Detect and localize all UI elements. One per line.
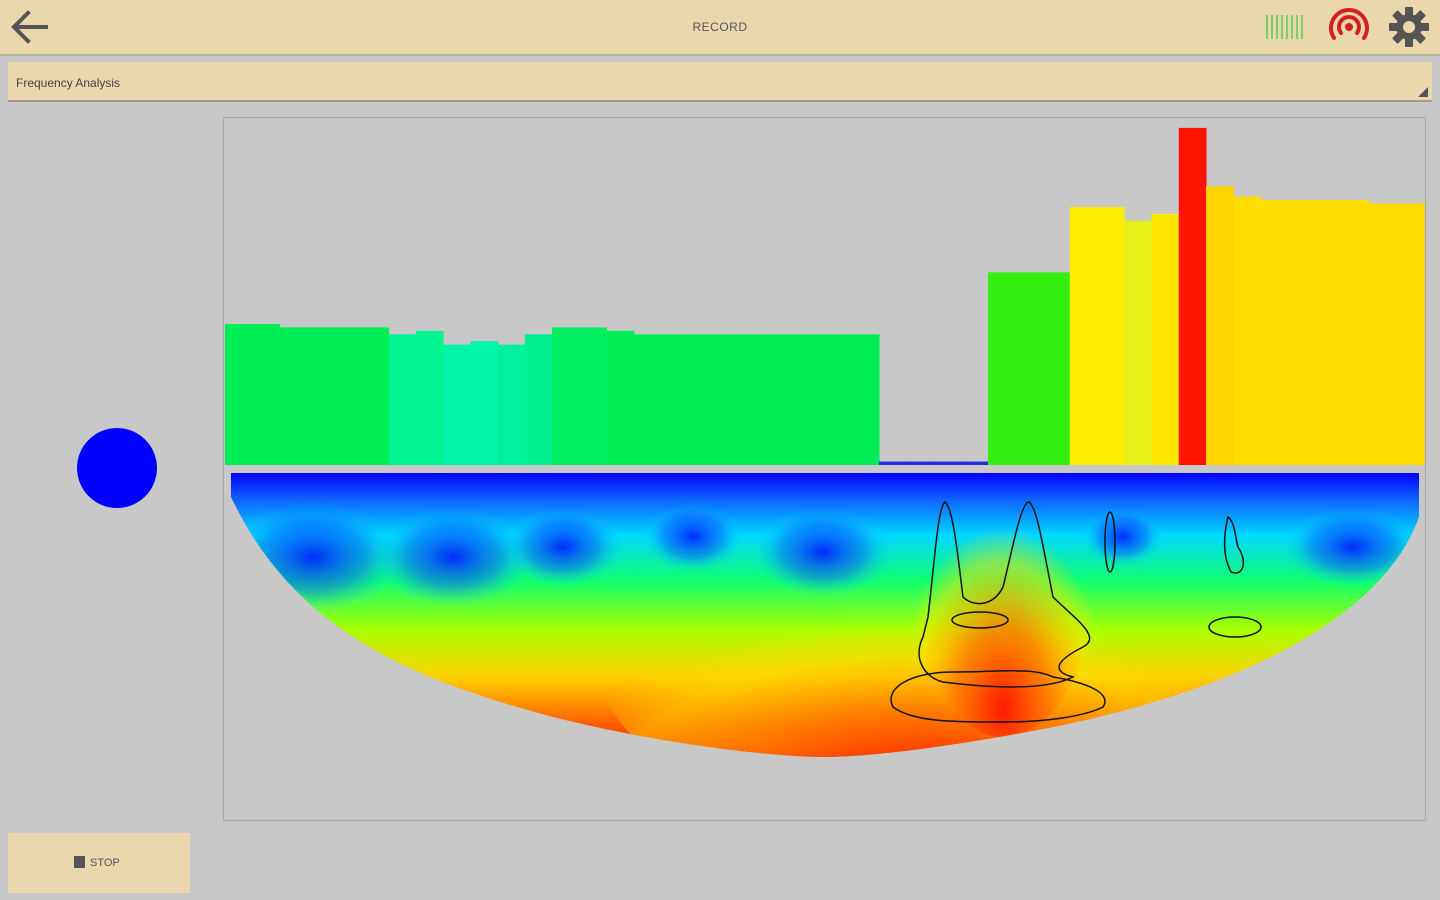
spectrum-bar <box>715 334 744 465</box>
spectrum-bar <box>225 323 253 465</box>
spectrum-bar <box>633 334 662 465</box>
spectrum-bar <box>415 330 444 465</box>
spectrum-bar <box>1260 200 1289 465</box>
page-title: RECORD <box>692 20 748 34</box>
spectrum-bar <box>742 334 771 465</box>
signal-bars-icon <box>1266 15 1303 39</box>
spectrum-bar <box>1151 213 1180 465</box>
spectrum-bar <box>524 334 553 465</box>
spectrum-bar <box>797 334 826 465</box>
spectrum-bar <box>361 327 390 465</box>
top-bar: RECORD <box>0 0 1440 56</box>
spectrum-bar <box>470 341 499 465</box>
stop-icon <box>74 856 85 868</box>
analysis-mode-dropdown[interactable]: Frequency Analysis <box>8 62 1432 102</box>
spectrum-bar <box>279 327 308 465</box>
spectrum-bar <box>1233 196 1262 465</box>
spectrum-bar <box>388 334 417 465</box>
spectrum-bar <box>933 461 962 465</box>
spectrum-bar <box>1315 200 1343 465</box>
dropdown-triangle-icon <box>1418 87 1428 97</box>
spectrum-bar <box>1396 203 1425 465</box>
spectrum-bar <box>579 327 608 465</box>
spectrum-bar <box>334 327 362 465</box>
dropdown-selected-value: Frequency Analysis <box>16 76 121 90</box>
stop-button-label: STOP <box>90 857 120 869</box>
spectrum-bar <box>443 344 471 465</box>
spectrum-bar <box>1369 203 1398 465</box>
spectrum-bar <box>1124 220 1153 465</box>
status-indicator-dot <box>77 428 157 508</box>
radar-icon <box>1329 8 1369 40</box>
spectrum-bar <box>552 327 580 465</box>
spectrum-bar <box>1015 272 1044 465</box>
frequency-analysis-chart <box>225 127 1425 757</box>
spectrum-bar <box>1206 186 1234 466</box>
spectrum-bar <box>1042 272 1071 465</box>
spectrum-bar <box>1287 200 1316 465</box>
spectrum-bar <box>879 461 907 465</box>
spectrum-bar <box>851 334 880 465</box>
signal-button[interactable] <box>1264 13 1306 41</box>
wavelet-scalogram <box>231 473 1419 757</box>
spectrum-bar <box>770 334 798 465</box>
spectrum-bar <box>1342 200 1371 465</box>
spectrum-bar <box>688 334 717 465</box>
spectrum-bar <box>497 344 526 465</box>
spectrum-bar <box>606 330 635 465</box>
gear-icon <box>1389 7 1429 47</box>
spectrum-bar <box>661 334 689 465</box>
stop-button[interactable]: STOP <box>8 833 190 893</box>
spectrum-bar <box>252 323 281 465</box>
spectrum-bar <box>306 327 335 465</box>
spectrum-bar <box>1097 207 1125 465</box>
spectrum-bar <box>1069 207 1098 465</box>
spectrum-bar <box>1178 127 1207 465</box>
radar-button[interactable] <box>1324 4 1374 50</box>
spectrum-bars <box>225 127 1425 466</box>
spectrum-bar <box>906 461 935 465</box>
settings-button[interactable] <box>1386 4 1432 50</box>
spectrum-bar <box>988 272 1016 465</box>
spectrum-bar <box>824 334 853 465</box>
spectrum-bar <box>960 461 989 465</box>
